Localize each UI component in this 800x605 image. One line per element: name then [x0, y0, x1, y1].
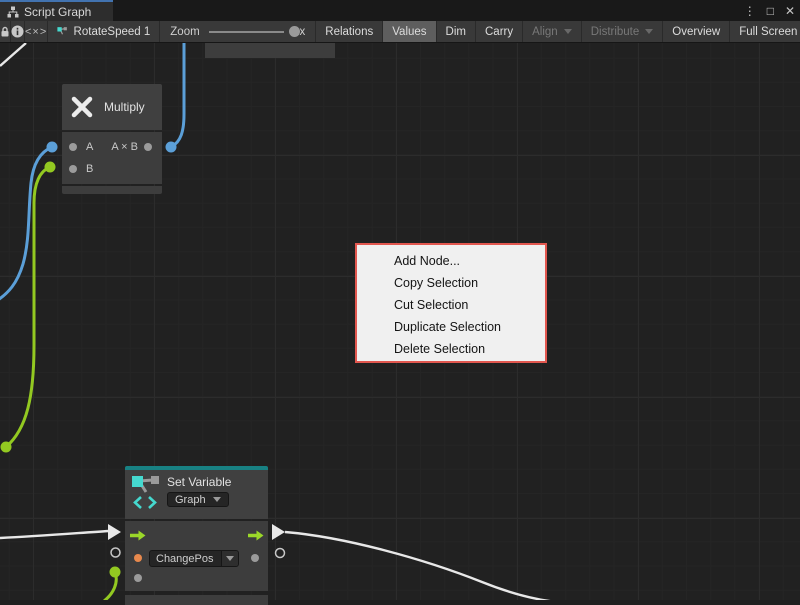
variable-dropdown-value: ChangePos: [150, 553, 221, 565]
toolbar-button-distribute[interactable]: Distribute: [582, 21, 664, 42]
toolbar-button-relations[interactable]: Relations: [316, 21, 383, 42]
zoom-slider-handle[interactable]: [289, 26, 300, 37]
scope-dropdown-value: Graph: [175, 494, 206, 506]
breadcrumb-label: RotateSpeed 1: [74, 26, 151, 38]
maximize-button[interactable]: □: [767, 4, 774, 18]
input-port-b[interactable]: [69, 165, 77, 173]
window-controls: ⋮ □ ✕: [744, 0, 795, 21]
menu-item-delete-selection[interactable]: Delete Selection: [357, 338, 545, 360]
multiply-node[interactable]: Multiply A A × B B: [62, 84, 162, 194]
variable-scope-dropdown[interactable]: Graph: [167, 492, 229, 507]
lock-icon: [0, 26, 10, 38]
variable-icon: [57, 25, 67, 38]
info-icon: [11, 25, 24, 38]
flow-input-arrow-icon[interactable]: [130, 530, 146, 541]
graph-icon: [7, 6, 19, 18]
chevron-down-icon: [213, 497, 221, 502]
partial-node[interactable]: [205, 42, 335, 58]
toolbar-button-align[interactable]: Align: [523, 21, 582, 42]
edit-source-button[interactable]: <×>: [25, 21, 48, 42]
close-button[interactable]: ✕: [785, 4, 795, 18]
variable-dropdown-button[interactable]: [221, 551, 238, 566]
toolbar-button-carry[interactable]: Carry: [476, 21, 523, 42]
toolbar-button-full-screen[interactable]: Full Screen: [730, 21, 800, 42]
zoom-slider[interactable]: [209, 25, 284, 39]
chevron-down-icon: [564, 29, 572, 34]
multiply-node-body: A A × B B: [62, 132, 162, 184]
set-variable-node-header[interactable]: Set Variable Graph: [125, 470, 268, 519]
menu-item-cut-selection[interactable]: Cut Selection: [357, 294, 545, 316]
chevron-down-icon: [226, 556, 234, 561]
port-row: B: [62, 158, 162, 180]
input-port-a[interactable]: [69, 143, 77, 151]
chevron-down-icon: [645, 29, 653, 34]
variable-name-dropdown[interactable]: ChangePos: [149, 550, 239, 567]
toolbar: <×> RotateSpeed 1 Zoom 1x Relations Valu…: [0, 21, 800, 43]
set-variable-node-footer: [125, 595, 268, 605]
port-label-a: A: [86, 141, 93, 153]
lock-button[interactable]: [0, 21, 11, 42]
tab-script-graph[interactable]: Script Graph: [0, 0, 113, 21]
toolbar-button-dim[interactable]: Dim: [437, 21, 476, 42]
multiply-icon: [69, 94, 95, 120]
set-variable-node[interactable]: Set Variable Graph ChangePos: [125, 466, 268, 605]
multiply-node-header[interactable]: Multiply: [62, 84, 162, 130]
value-input-port-2[interactable]: [134, 574, 142, 582]
zoom-control: Zoom 1x: [160, 21, 316, 42]
port-label-output: A × B: [111, 141, 138, 153]
breadcrumb[interactable]: RotateSpeed 1: [48, 21, 160, 42]
zoom-slider-track: [209, 31, 284, 33]
output-port[interactable]: [144, 143, 152, 151]
set-variable-icon: [131, 475, 161, 509]
toolbar-button-overview[interactable]: Overview: [663, 21, 730, 42]
node-title: Multiply: [104, 100, 145, 114]
menu-item-copy-selection[interactable]: Copy Selection: [357, 272, 545, 294]
menu-item-add-node[interactable]: Add Node...: [357, 250, 545, 272]
multiply-node-footer: [62, 186, 162, 194]
flow-output-arrow-icon[interactable]: [248, 530, 264, 541]
tab-bar: Script Graph ⋮ □ ✕: [0, 0, 800, 21]
context-menu: Add Node... Copy Selection Cut Selection…: [355, 243, 547, 363]
value-output-port[interactable]: [251, 554, 259, 562]
zoom-label: Zoom: [170, 26, 199, 38]
tab-label: Script Graph: [24, 5, 91, 19]
port-label-b: B: [86, 163, 93, 175]
port-row: A A × B: [62, 136, 162, 158]
toolbar-button-values[interactable]: Values: [383, 21, 436, 42]
code-icon: <×>: [25, 26, 47, 38]
inspect-button[interactable]: [11, 21, 25, 42]
value-input-port[interactable]: [134, 554, 142, 562]
menu-item-duplicate-selection[interactable]: Duplicate Selection: [357, 316, 545, 338]
set-variable-node-body: ChangePos: [125, 521, 268, 591]
window-menu-button[interactable]: ⋮: [744, 4, 756, 18]
node-title: Set Variable: [167, 475, 231, 489]
